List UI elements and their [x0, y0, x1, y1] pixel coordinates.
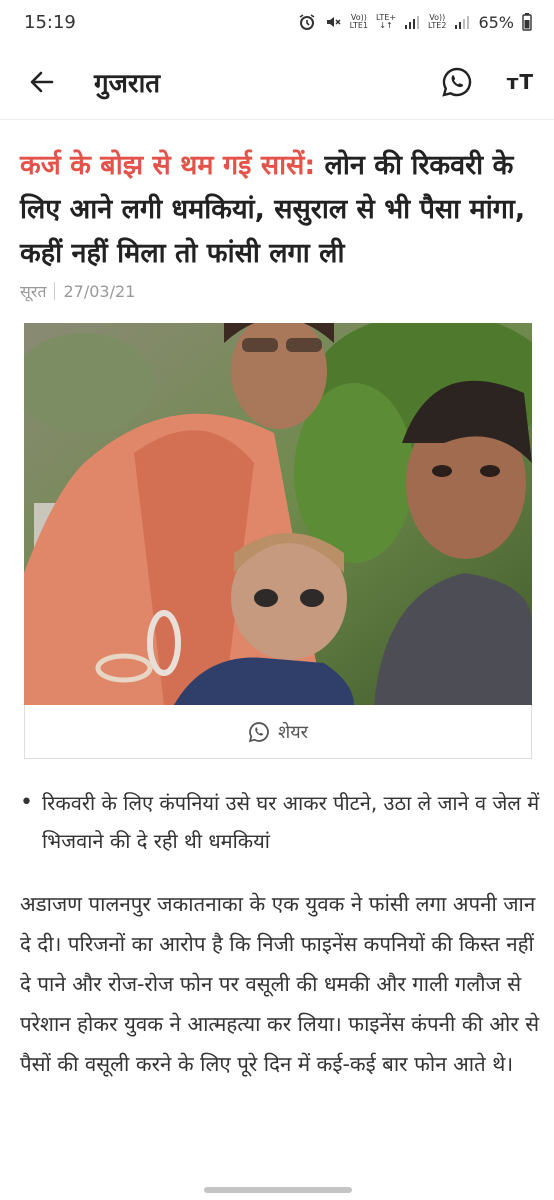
article-meta: सूरत 27/03/21: [20, 280, 135, 302]
bullet-text: रिकवरी के लिए कंपनियां उसे घर आकर पीटने,…: [42, 791, 540, 853]
battery-icon: [522, 13, 532, 31]
arrow-left-icon[interactable]: [20, 68, 64, 96]
mute-icon: [326, 17, 341, 27]
status-time: 15:19: [24, 11, 76, 33]
alarm-icon: [299, 14, 315, 30]
battery-percent: 65%: [478, 12, 514, 32]
bullet-dot: •: [20, 790, 33, 815]
article-location: सूरत: [20, 282, 47, 301]
article-date: 27/03/21: [63, 281, 136, 301]
headline-kicker: कर्ज के बोझ से थम गई सासें:: [20, 150, 316, 181]
article-body: अडाजण पालनपुर जकातनाका के एक युवक ने फां…: [20, 892, 540, 1076]
status-bar: 15:19 Vo)) LTE1 LTE+ ↓↑ Vo)) LTE2 65%: [0, 0, 554, 44]
page-title: गुजरात: [94, 68, 161, 99]
sim2-indicator: Vo)) LTE2: [428, 13, 447, 30]
share-label: शेयर: [277, 721, 309, 743]
summary-bullet: • रिकवरी के लिए कंपनियां उसे घर आकर पीटन…: [20, 784, 540, 860]
home-indicator[interactable]: [204, 1187, 352, 1193]
whatsapp-icon: [248, 721, 269, 742]
font-size-button[interactable]: ᴛT: [507, 70, 534, 94]
status-icons: Vo)) LTE1 LTE+ ↓↑ Vo)) LTE2 65%: [298, 13, 532, 32]
app-bar: गुजरात ᴛT: [0, 44, 554, 120]
article-photo[interactable]: [24, 323, 532, 705]
article-headline: कर्ज के बोझ से थम गई सासें: लोन की रिकवर…: [20, 144, 540, 276]
signal-icon-2: [455, 16, 470, 29]
sim1-network: LTE+ ↓↑: [376, 13, 397, 30]
photo-illustration: [24, 323, 532, 705]
signal-icon: [405, 16, 420, 29]
sim1-indicator: Vo)) LTE1: [349, 13, 369, 30]
share-button[interactable]: शेयर: [24, 705, 532, 759]
whatsapp-icon[interactable]: [441, 66, 473, 98]
meta-divider: [54, 282, 56, 300]
